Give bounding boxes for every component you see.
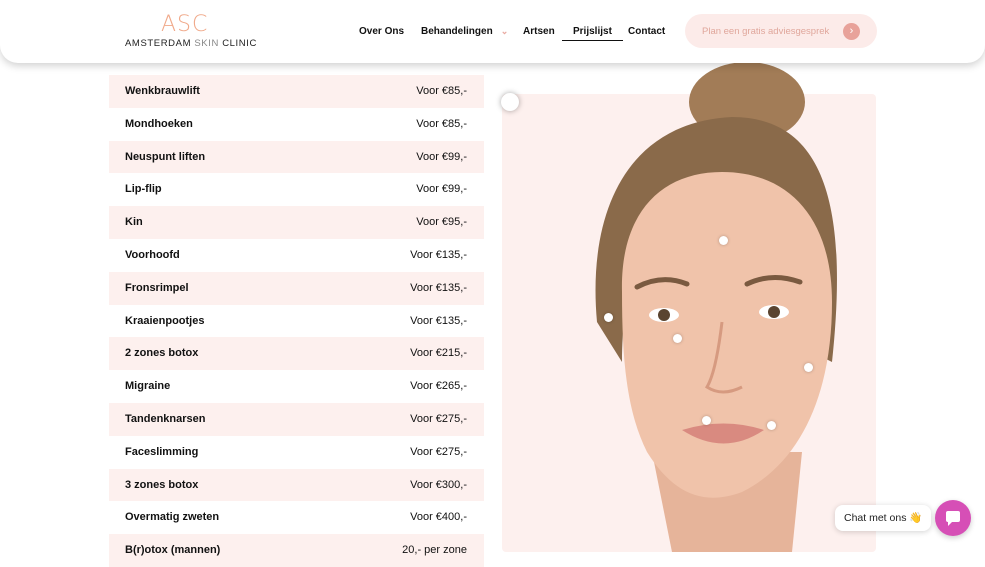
treatment-price: Voor €99,- <box>416 150 467 163</box>
treatment-name: Lip-flip <box>125 183 162 196</box>
treatment-name: Mondhoeken <box>125 117 193 130</box>
chat-prompt[interactable]: Chat met ons 👋 <box>835 505 932 531</box>
treatment-price: Voor €99,- <box>416 183 467 196</box>
treatment-hotspot[interactable] <box>673 334 682 343</box>
price-row: Kin Voor €95,- <box>109 206 484 239</box>
chevron-down-icon: ⌄ <box>500 26 509 36</box>
treatment-price: Voor €275,- <box>410 445 467 458</box>
nav-contact[interactable]: Contact <box>628 26 665 37</box>
treatment-name: Migraine <box>125 380 171 393</box>
treatment-hotspot[interactable] <box>702 416 711 425</box>
chat-icon <box>946 511 960 526</box>
treatment-hotspot[interactable] <box>719 236 728 245</box>
nav-prijslijst[interactable]: Prijslijst <box>562 26 623 41</box>
treatment-name: Wenkbrauwlift <box>125 85 200 97</box>
price-row: B(r)otox (mannen) 20,- per zone <box>109 534 484 567</box>
advice-cta-button[interactable]: Plan een gratis adviesgesprek › <box>685 14 877 48</box>
treatment-name: Tandenknarsen <box>125 412 206 425</box>
treatment-name: 2 zones botox <box>125 347 199 360</box>
arrow-right-icon: › <box>843 23 860 40</box>
treatment-name: Voorhoofd <box>125 248 180 261</box>
price-row: 3 zones botox Voor €300,- <box>109 468 484 502</box>
nav-behandelingen[interactable]: Behandelingen ⌄ <box>421 26 508 37</box>
price-row: Neuspunt liften Voor €99,- <box>109 140 484 174</box>
treatment-price: Voor €300,- <box>410 478 467 491</box>
treatment-price: Voor €85,- <box>416 85 467 97</box>
logo[interactable]: ASC AMSTERDAM SKIN CLINIC <box>125 12 257 50</box>
treatment-price: Voor €135,- <box>410 281 467 294</box>
treatment-hotspot[interactable] <box>767 421 776 430</box>
treatment-hotspot[interactable] <box>804 363 813 372</box>
price-row: Voorhoofd Voor €135,- <box>109 239 484 272</box>
image-slider-handle[interactable] <box>501 93 519 111</box>
price-row: Mondhoeken Voor €85,- <box>109 108 484 141</box>
treatment-price: Voor €215,- <box>410 347 467 360</box>
price-row: Lip-flip Voor €99,- <box>109 173 484 206</box>
treatment-price: 20,- per zone <box>402 544 467 557</box>
treatment-price: Voor €135,- <box>410 314 467 327</box>
logo-text-clinic: CLINIC <box>222 38 257 49</box>
price-row: Faceslimming Voor €275,- <box>109 436 484 469</box>
price-row: Overmatig zweten Voor €400,- <box>109 501 484 534</box>
price-row: Tandenknarsen Voor €275,- <box>109 402 484 436</box>
treatment-name: Kin <box>125 216 143 229</box>
price-list: Wenkbrauwlift Voor €85,- Mondhoeken Voor €8… <box>109 75 484 567</box>
nav-artsen[interactable]: Artsen <box>523 26 555 37</box>
portrait-image <box>595 62 837 552</box>
treatment-price: Voor €275,- <box>410 412 467 425</box>
price-row: Fronsrimpel Voor €135,- <box>109 271 484 305</box>
logo-text-amsterdam: AMSTERDAM <box>125 38 192 49</box>
treatment-name: Kraaienpootjes <box>125 314 205 327</box>
price-row: 2 zones botox Voor €215,- <box>109 337 484 371</box>
treatment-name: Faceslimming <box>125 445 199 458</box>
nav-behandelingen-label: Behandelingen <box>421 26 493 37</box>
treatment-name: 3 zones botox <box>125 478 199 491</box>
treatment-hotspot[interactable] <box>604 313 613 322</box>
logo-mark: ASC <box>161 12 209 37</box>
price-row: Wenkbrauwlift Voor €85,- <box>109 75 484 108</box>
treatment-name: Overmatig zweten <box>125 511 220 524</box>
treatment-price: Voor €265,- <box>410 380 467 393</box>
logo-text-skin: SKIN <box>194 38 219 49</box>
nav-over-ons[interactable]: Over Ons <box>359 26 404 37</box>
treatment-price: Voor €400,- <box>410 511 467 524</box>
treatment-price: Voor €135,- <box>410 248 467 261</box>
treatment-name: Neuspunt liften <box>125 150 206 163</box>
treatment-name: B(r)otox (mannen) <box>125 544 221 557</box>
chat-button[interactable] <box>935 500 971 536</box>
treatment-price: Voor €85,- <box>416 117 467 130</box>
site-header: ASC AMSTERDAM SKIN CLINIC Over Ons Behan… <box>0 0 985 63</box>
logo-text: AMSTERDAM SKIN CLINIC <box>125 38 257 49</box>
treatment-name: Fronsrimpel <box>125 281 189 294</box>
price-row: Kraaienpootjes Voor €135,- <box>109 305 484 338</box>
cta-label: Plan een gratis adviesgesprek <box>702 26 830 37</box>
treatment-price: Voor €95,- <box>416 216 467 229</box>
price-row: Migraine Voor €265,- <box>109 370 484 403</box>
